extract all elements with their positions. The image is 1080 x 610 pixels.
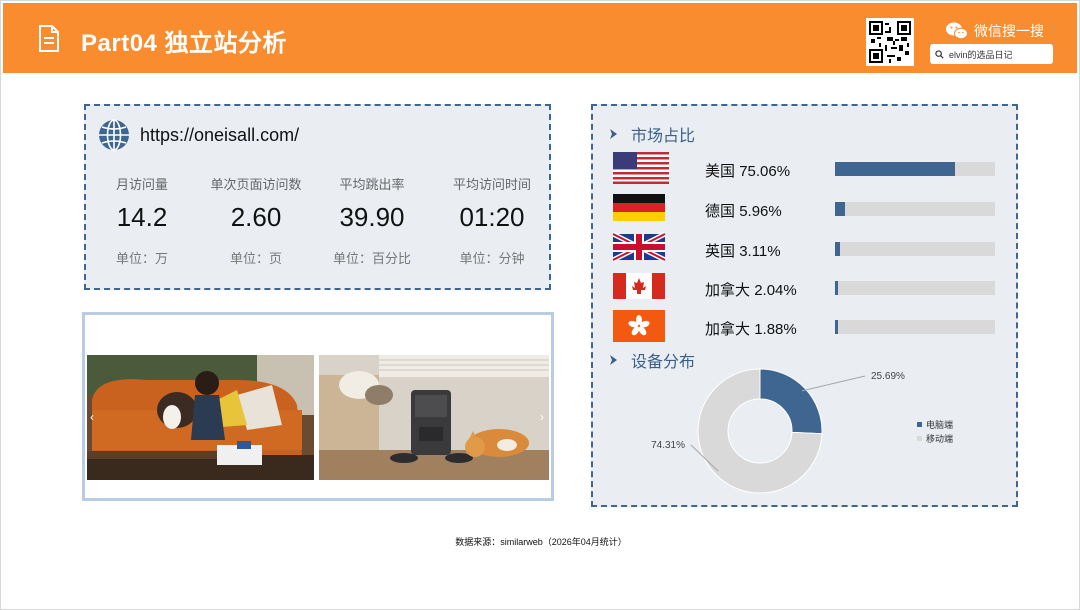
market-country-label: 英国 3.11% xyxy=(705,243,781,260)
product-photo-cat-feeder xyxy=(319,355,549,480)
market-bar-track xyxy=(835,320,995,334)
market-bar-fill xyxy=(835,202,845,216)
uk-flag-icon xyxy=(613,232,669,264)
legend-label: 电脑端 xyxy=(926,419,954,430)
donut-svg: 25.69% 74.31% xyxy=(651,368,905,494)
metric-label: 单次页面访问数 xyxy=(210,177,302,192)
metric-label: 平均访问时间 xyxy=(452,177,531,192)
data-source-note: 数据来源：similarweb（2026年04月统计） xyxy=(455,537,627,547)
market-bar-fill xyxy=(835,162,956,176)
market-bar-track xyxy=(835,162,995,176)
search-icon xyxy=(935,49,944,59)
metric-monthly-visits: 月访问量 14.2 单位：万 xyxy=(82,174,202,267)
leader-line xyxy=(801,375,866,392)
market-row-uk: 英国 3.11% xyxy=(613,232,1003,264)
page-title: Part04 独立站分析 xyxy=(81,30,288,57)
market-bar-track xyxy=(835,281,995,295)
device-legend: 电脑端 移动端 xyxy=(917,417,953,445)
metric-unit: 单位：百分比 xyxy=(332,251,411,266)
market-bar-track xyxy=(835,202,995,216)
carousel-next-button[interactable]: › xyxy=(540,410,544,424)
product-photo-dog-grooming xyxy=(87,355,314,480)
donut-data-label: 25.69% xyxy=(871,371,905,382)
legend-label: 移动端 xyxy=(926,433,954,444)
market-country-label: 加拿大 2.04% xyxy=(705,282,797,299)
legend-item: 电脑端 xyxy=(917,417,953,431)
chevron-right-icon xyxy=(610,129,617,139)
carousel-prev-button[interactable]: ‹ xyxy=(90,410,94,424)
market-bar-fill xyxy=(835,320,838,334)
metric-visit-duration: 平均访问时间 01:20 单位：分钟 xyxy=(432,174,552,267)
product-image-carousel[interactable]: ‹ › xyxy=(82,312,554,501)
site-metrics-panel: https://oneisall.com/ 月访问量 14.2 单位：万 单次页… xyxy=(84,104,551,290)
document-icon xyxy=(39,25,59,52)
slide: Part04 独立站分析 微信搜一搜 elvin的选品日记 https://on… xyxy=(0,0,1080,610)
market-share-title: 市场占比 xyxy=(631,128,696,145)
site-url[interactable]: https://oneisall.com/ xyxy=(140,125,299,146)
metric-label: 平均跳出率 xyxy=(339,177,405,192)
market-bar-track xyxy=(835,242,995,256)
legend-item: 移动端 xyxy=(917,431,953,445)
metric-value: 39.90 xyxy=(339,202,405,232)
metric-pages-per-visit: 单次页面访问数 2.60 单位：页 xyxy=(196,174,316,267)
metric-unit: 单位：万 xyxy=(115,251,168,266)
de-flag-icon xyxy=(613,192,669,224)
us-flag-icon xyxy=(613,152,669,184)
market-row-us: 美国 75.06% xyxy=(613,152,1003,184)
market-row-ca: 加拿大 2.04% xyxy=(613,271,1003,303)
donut-slice xyxy=(759,368,823,435)
wechat-label: 微信搜一搜 xyxy=(974,23,1044,39)
market-country-label: 美国 75.06% xyxy=(705,163,791,180)
wechat-search-label: 微信搜一搜 xyxy=(946,21,1044,41)
market-share-heading: 市场占比 xyxy=(609,122,695,146)
metric-value: 01:20 xyxy=(459,202,525,232)
market-row-de: 德国 5.96% xyxy=(613,192,1003,224)
market-bar-fill xyxy=(835,242,840,256)
globe-icon xyxy=(99,119,129,151)
market-bar-fill xyxy=(835,281,839,295)
search-value: elvin的选品日记 xyxy=(949,49,1013,60)
legend-swatch xyxy=(917,435,922,441)
metric-value: 2.60 xyxy=(230,202,282,232)
donut-data-label: 74.31% xyxy=(651,440,685,451)
metric-unit: 单位：分钟 xyxy=(459,251,525,266)
metric-value: 14.2 xyxy=(116,202,168,232)
metric-label: 月访问量 xyxy=(115,177,168,192)
header-bar: Part04 独立站分析 微信搜一搜 elvin的选品日记 xyxy=(3,3,1077,73)
metric-unit: 单位：页 xyxy=(229,251,282,266)
market-country-label: 德国 5.96% xyxy=(705,203,782,220)
ca-flag-icon xyxy=(613,271,669,303)
search-input[interactable]: elvin的选品日记 xyxy=(930,44,1053,64)
market-country-label: 加拿大 1.88% xyxy=(705,321,797,338)
wechat-icon xyxy=(946,22,968,40)
market-row-hk: 加拿大 1.88% xyxy=(613,310,1003,342)
device-donut-chart: 25.69% 74.31% 电脑端 移动端 xyxy=(593,361,1020,501)
hk-flag-icon xyxy=(613,310,669,342)
market-share-panel: 市场占比 美国 75.06% 德国 5.96% 英国 3.11% 加拿大 2.0… xyxy=(591,104,1018,507)
metric-bounce-rate: 平均跳出率 39.90 单位：百分比 xyxy=(312,174,432,267)
qr-code xyxy=(866,18,914,66)
legend-swatch xyxy=(917,421,922,427)
